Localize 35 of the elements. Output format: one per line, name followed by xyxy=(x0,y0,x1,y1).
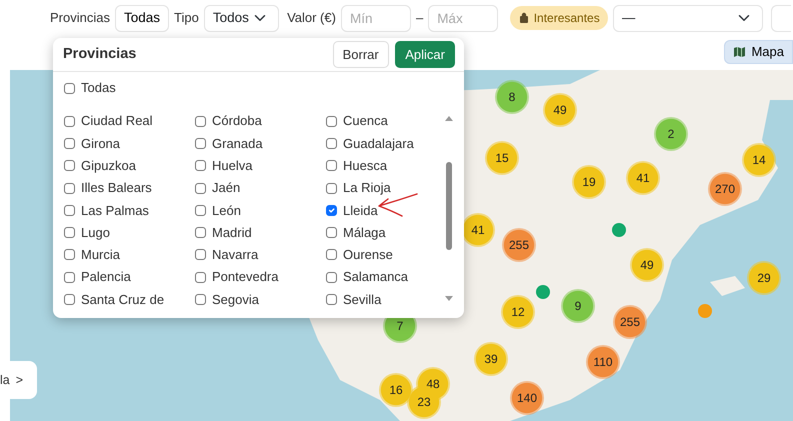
checkbox-label: Sevilla xyxy=(343,290,382,309)
checkbox-label: Salamanca xyxy=(343,268,408,286)
panel-title: Provincias xyxy=(63,44,136,64)
filter-label: Valor (€) xyxy=(287,9,336,28)
checkbox-label: Segovia xyxy=(212,290,259,309)
checkbox-label: Lleida xyxy=(343,202,378,220)
checkbox-label: León xyxy=(212,202,241,220)
checkbox-label: Málaga xyxy=(343,224,386,242)
checkbox-label: Las Palmas xyxy=(81,202,149,220)
checkbox-label: Palencia xyxy=(81,268,131,286)
checkbox-label: Illes Balears xyxy=(81,179,152,198)
chevron-icon: > xyxy=(16,370,24,390)
checkbox-label: Granada xyxy=(212,134,263,153)
checkbox-label: Girona xyxy=(81,134,120,153)
range-separator: – xyxy=(416,9,424,28)
checkbox-label: Ourense xyxy=(343,246,393,264)
checkbox-label: Santa Cruz de xyxy=(81,290,164,309)
checkbox-label: Cuenca xyxy=(343,112,388,130)
tab-label: la xyxy=(0,372,10,389)
checkbox-label: Lugo xyxy=(81,224,110,242)
checkbox-label: Huesca xyxy=(343,156,388,175)
checkbox-label: Todas xyxy=(81,79,116,98)
checkbox-label: Gipuzkoa xyxy=(81,156,136,175)
checkbox-label: Madrid xyxy=(212,224,252,242)
checkbox-label: La Rioja xyxy=(343,179,391,198)
checkbox-label: Guadalajara xyxy=(343,134,414,153)
checkbox-label: Jaén xyxy=(212,179,240,198)
checkbox-label: Córdoba xyxy=(212,112,262,130)
checkbox-label: Murcia xyxy=(81,246,120,264)
filter-label: Tipo xyxy=(174,9,199,28)
checkbox-label: Navarra xyxy=(212,246,258,264)
checkbox-label: Ciudad Real xyxy=(81,112,153,130)
checkbox-label: Pontevedra xyxy=(212,268,278,286)
filter-label: Provincias xyxy=(50,9,110,28)
checkbox-label: Huelva xyxy=(212,156,252,175)
